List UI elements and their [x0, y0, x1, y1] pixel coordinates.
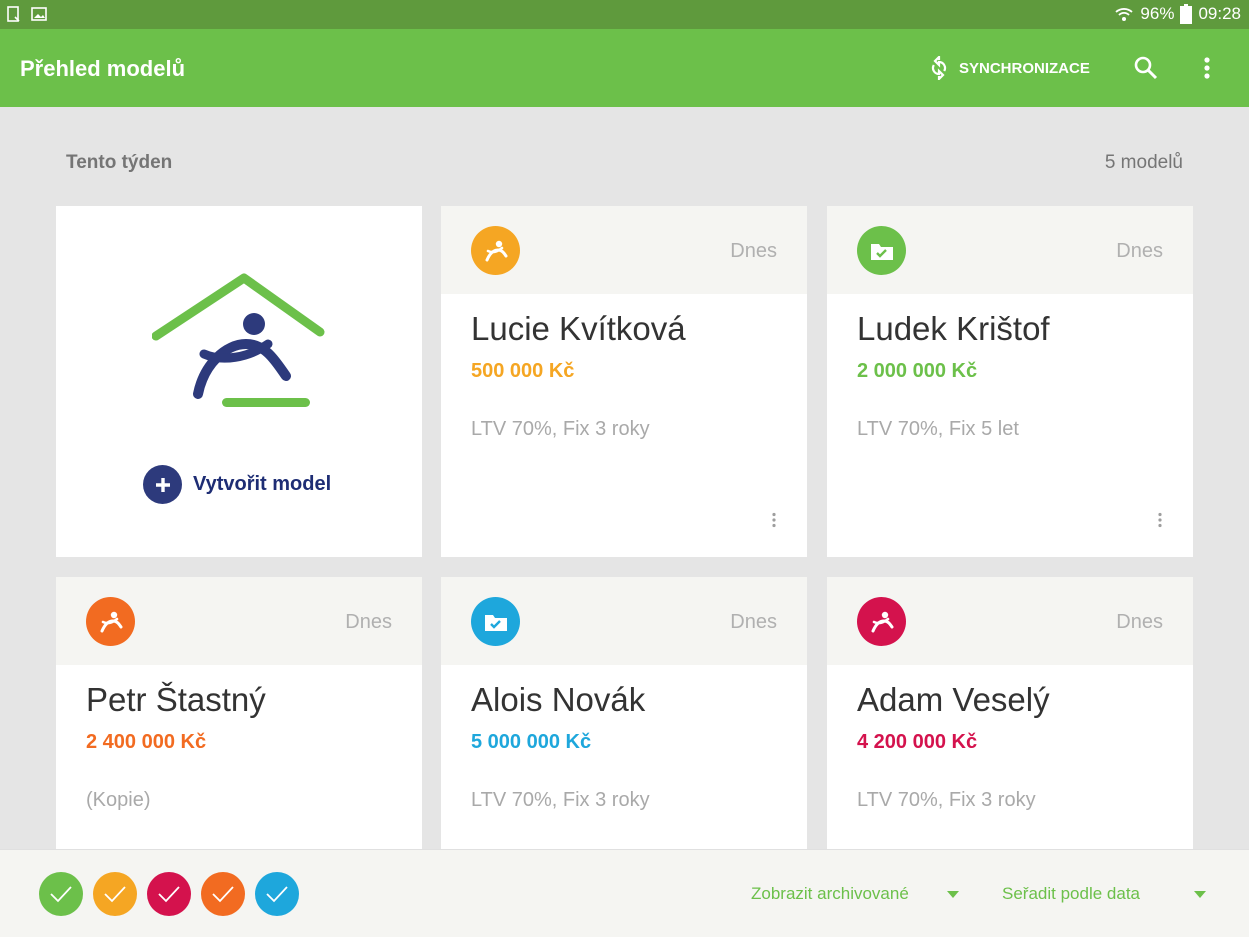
card-header: Dnes — [441, 206, 807, 294]
model-description: LTV 70%, Fix 3 roky — [857, 789, 1036, 811]
overflow-menu-button[interactable] — [1200, 55, 1214, 86]
create-model-label: Vytvořit model — [193, 473, 332, 495]
color-filter-toggle[interactable] — [255, 872, 299, 916]
person-icon — [86, 597, 135, 646]
folder-check-icon — [857, 226, 906, 275]
model-description: LTV 70%, Fix 5 let — [857, 418, 1019, 440]
sync-button[interactable]: SYNCHRONIZACE — [927, 56, 1090, 80]
card-header: Dnes — [56, 577, 422, 665]
more-vert-icon — [772, 512, 776, 528]
section-title: Tento týden — [66, 152, 173, 173]
sort-label: Seřadit podle data — [1002, 884, 1140, 903]
battery-icon — [1180, 4, 1193, 24]
wifi-icon — [1115, 8, 1134, 21]
model-card[interactable]: Dnes Ludek Krištof 2 000 000 Kč LTV 70%, Fi… — [827, 206, 1193, 557]
loan-amount: 2 400 000 Kč — [86, 731, 207, 753]
client-name: Alois Novák — [471, 681, 646, 718]
battery-percent: 96% — [1140, 4, 1175, 23]
notification-icon — [7, 6, 20, 22]
app-bar: Přehled modelů SYNCHRONIZACE — [0, 29, 1249, 107]
check-icon — [50, 886, 72, 903]
card-header: Dnes — [441, 577, 807, 665]
client-name: Adam Veselý — [857, 681, 1050, 718]
loan-amount: 4 200 000 Kč — [857, 731, 978, 753]
house-logo-icon — [152, 273, 325, 407]
card-date: Dnes — [345, 611, 392, 633]
model-count: 5 modelů — [1104, 152, 1183, 173]
color-filters — [39, 872, 299, 916]
person-icon — [857, 597, 906, 646]
create-model-button[interactable]: Vytvořit model — [143, 465, 331, 504]
client-name: Ludek Krištof — [857, 310, 1050, 347]
sync-label: SYNCHRONIZACE — [959, 59, 1090, 77]
search-button[interactable] — [1133, 55, 1159, 86]
loan-amount: 5 000 000 Kč — [471, 731, 592, 753]
model-description: LTV 70%, Fix 3 roky — [471, 418, 650, 440]
model-description: (Kopie) — [86, 789, 151, 811]
archived-dropdown[interactable]: Zobrazit archivované — [751, 884, 959, 904]
bottom-bar: Zobrazit archivované Seřadit podle data — [0, 849, 1249, 937]
check-icon — [212, 886, 234, 903]
more-vert-icon — [1158, 512, 1162, 528]
dropdown-arrow-icon — [1194, 890, 1206, 898]
card-date: Dnes — [1116, 611, 1163, 633]
color-filter-toggle[interactable] — [39, 872, 83, 916]
dropdown-arrow-icon — [946, 890, 959, 898]
image-icon — [31, 7, 47, 21]
card-date: Dnes — [730, 611, 777, 633]
card-header: Dnes — [827, 206, 1193, 294]
card-menu-button[interactable] — [771, 512, 777, 533]
check-icon — [104, 886, 126, 903]
person-icon — [471, 226, 520, 275]
loan-amount: 500 000 Kč — [471, 360, 575, 382]
client-name: Lucie Kvítková — [471, 310, 686, 347]
card-header: Dnes — [827, 577, 1193, 665]
check-icon — [266, 886, 288, 903]
card-menu-button[interactable] — [1157, 512, 1163, 533]
page-title: Přehled modelů — [20, 56, 186, 81]
model-description: LTV 70%, Fix 3 roky — [471, 789, 650, 811]
search-icon — [1134, 56, 1158, 80]
plus-icon — [143, 465, 182, 504]
card-date: Dnes — [1116, 240, 1163, 262]
model-card[interactable]: Dnes Lucie Kvítková 500 000 Kč LTV 70%, Fix… — [441, 206, 807, 557]
archived-label: Zobrazit archivované — [751, 884, 909, 903]
folder-check-icon — [471, 597, 520, 646]
sort-dropdown[interactable]: Seřadit podle data — [1002, 884, 1206, 904]
create-model-card[interactable]: Vytvořit model — [56, 206, 422, 557]
card-date: Dnes — [730, 240, 777, 262]
loan-amount: 2 000 000 Kč — [857, 360, 978, 382]
client-name: Petr Štastný — [86, 681, 266, 718]
status-bar: 96% 09:28 — [0, 0, 1249, 29]
color-filter-toggle[interactable] — [201, 872, 245, 916]
color-filter-toggle[interactable] — [93, 872, 137, 916]
color-filter-toggle[interactable] — [147, 872, 191, 916]
check-icon — [158, 886, 180, 903]
more-vert-icon — [1204, 57, 1210, 79]
clock: 09:28 — [1198, 4, 1241, 23]
sync-icon — [931, 56, 947, 80]
